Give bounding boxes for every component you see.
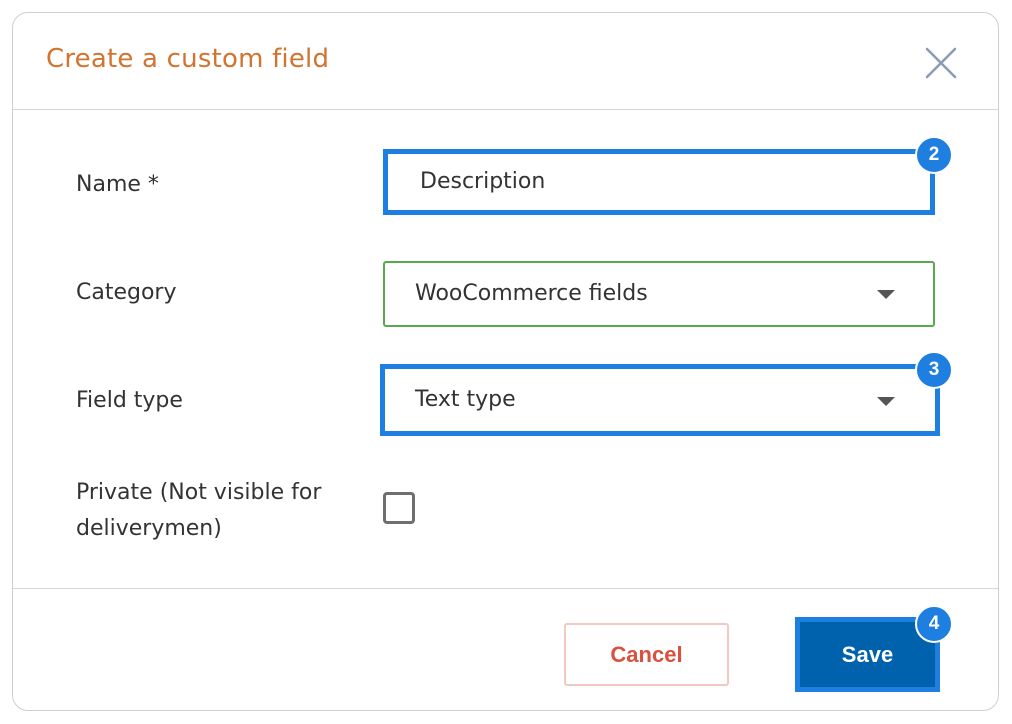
name-input[interactable]: Description	[383, 149, 935, 215]
footer-divider	[13, 588, 998, 589]
step-badge-2: 2	[915, 136, 953, 174]
save-button[interactable]: Save	[800, 622, 935, 687]
cancel-button[interactable]: Cancel	[564, 623, 729, 686]
step-badge-4: 4	[915, 605, 953, 643]
close-button[interactable]	[924, 46, 958, 80]
category-label: Category	[76, 280, 177, 305]
category-select[interactable]: WooCommerce fields	[383, 261, 935, 327]
field-type-select[interactable]: Text type	[380, 364, 940, 436]
caret-down-icon	[877, 290, 895, 299]
caret-down-icon	[877, 397, 895, 406]
field-type-label: Field type	[76, 388, 183, 413]
create-custom-field-dialog: Create a custom field Name * Description…	[12, 12, 999, 711]
private-checkbox[interactable]	[383, 492, 415, 524]
dialog-header: Create a custom field	[13, 13, 998, 110]
private-label-line1: Private (Not visible for	[76, 480, 322, 505]
close-icon	[925, 47, 957, 79]
step-badge-3: 3	[915, 351, 953, 389]
private-label-line2: deliverymen)	[76, 516, 222, 541]
category-select-value: WooCommerce fields	[415, 281, 648, 306]
field-type-select-value: Text type	[415, 387, 516, 412]
dialog-title: Create a custom field	[46, 44, 330, 74]
name-input-value: Description	[420, 169, 546, 194]
name-label: Name *	[76, 172, 159, 197]
